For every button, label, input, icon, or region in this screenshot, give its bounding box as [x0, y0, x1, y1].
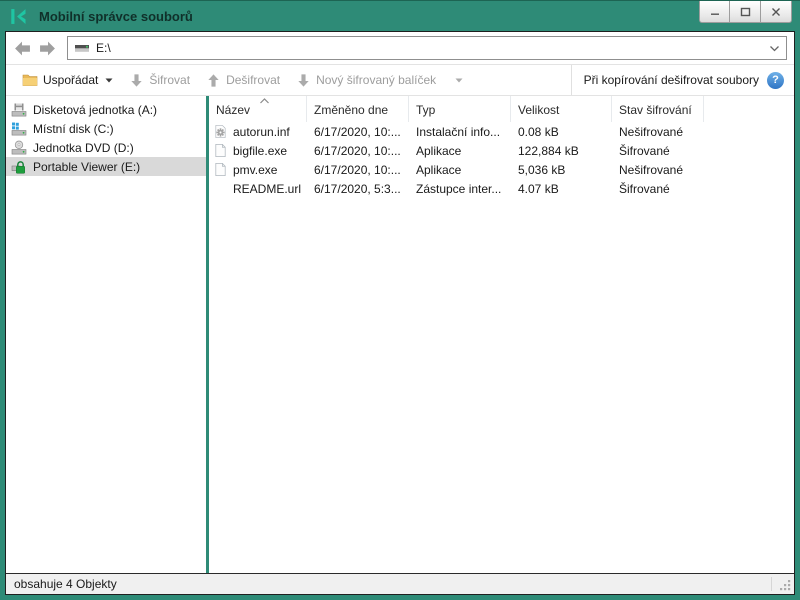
- decrypt-button[interactable]: Dešifrovat: [198, 65, 288, 95]
- locked-drive-icon: [11, 159, 27, 175]
- address-bar[interactable]: E:\: [67, 36, 787, 60]
- file-name: bigfile.exe: [233, 143, 288, 158]
- sidebar-item-drive-d[interactable]: Jednotka DVD (D:): [6, 138, 206, 157]
- resize-grip[interactable]: [779, 579, 792, 592]
- file-size: 0.08 kB: [518, 124, 559, 139]
- list-header: Název Změněno dne Typ Velikost Stav šifr…: [209, 96, 794, 122]
- floppy-drive-icon: [11, 102, 27, 118]
- dropdown-caret-icon: [105, 78, 113, 82]
- file-name: autorun.inf: [233, 124, 290, 139]
- local-disk-icon: [11, 121, 27, 137]
- decrypt-on-copy-option[interactable]: Při kopírování dešifrovat soubory ?: [570, 65, 794, 95]
- file-list: Název Změněno dne Typ Velikost Stav šifr…: [209, 96, 794, 573]
- column-header-empty: [704, 96, 794, 122]
- statusbar-divider: [771, 577, 772, 591]
- new-encrypted-package-button[interactable]: Nový šifrovaný balíček: [288, 65, 471, 95]
- toolbar: Uspořádat Šifrovat Dešifrovat Nový šifro…: [6, 64, 794, 96]
- column-header-type[interactable]: Typ: [409, 96, 511, 122]
- drives-sidebar: Disketová jednotka (A:) Místní disk (C:)…: [6, 96, 206, 573]
- table-row[interactable]: README.url 6/17/2020, 5:3... Zástupce in…: [209, 179, 794, 198]
- list-body: autorun.inf 6/17/2020, 10:... Instalační…: [209, 122, 794, 198]
- dropdown-caret-icon[interactable]: [455, 78, 463, 83]
- column-header-modified[interactable]: Změněno dne: [307, 96, 409, 122]
- file-type: Instalační info...: [416, 124, 501, 139]
- window-title: Mobilní správce souborů: [39, 8, 193, 24]
- organize-button[interactable]: Uspořádat: [14, 65, 121, 95]
- gear-file-icon: [213, 124, 228, 139]
- window-controls: [699, 1, 792, 23]
- status-bar: obsahuje 4 Objekty: [6, 573, 794, 594]
- file-modified: 6/17/2020, 10:...: [314, 124, 401, 139]
- decrypt-on-copy-label: Při kopírování dešifrovat soubory: [583, 73, 759, 87]
- arrow-up-icon: [208, 73, 219, 87]
- forward-icon[interactable]: [38, 40, 57, 57]
- column-header-encryption[interactable]: Stav šifrování: [612, 96, 704, 122]
- sidebar-item-label: Jednotka DVD (D:): [33, 140, 134, 155]
- sidebar-item-drive-e[interactable]: Portable Viewer (E:): [6, 157, 206, 176]
- file-type: Zástupce inter...: [416, 181, 502, 196]
- sidebar-item-label: Disketová jednotka (A:): [33, 102, 158, 117]
- file-type: Aplikace: [416, 162, 462, 177]
- table-row[interactable]: bigfile.exe 6/17/2020, 10:... Aplikace 1…: [209, 141, 794, 160]
- decrypt-label: Dešifrovat: [226, 73, 281, 87]
- folder-icon: [22, 74, 38, 86]
- nav-arrows: [13, 40, 57, 57]
- title-bar: Mobilní správce souborů: [0, 1, 800, 31]
- sidebar-item-label: Portable Viewer (E:): [33, 159, 141, 174]
- file-icon: [213, 143, 228, 158]
- close-button[interactable]: [761, 1, 792, 23]
- file-name: pmv.exe: [233, 162, 278, 177]
- file-encryption-status: Nešifrované: [619, 124, 684, 139]
- chevron-down-icon[interactable]: [769, 45, 780, 52]
- status-text: obsahuje 4 Objekty: [14, 577, 117, 591]
- file-encryption-status: Šifrované: [619, 143, 670, 158]
- maximize-button[interactable]: [730, 1, 761, 23]
- table-row[interactable]: pmv.exe 6/17/2020, 10:... Aplikace 5,036…: [209, 160, 794, 179]
- file-modified: 6/17/2020, 10:...: [314, 143, 401, 158]
- encrypt-label: Šifrovat: [149, 73, 191, 87]
- arrow-down-icon: [298, 73, 309, 87]
- file-size: 5,036 kB: [518, 162, 566, 177]
- file-size: 122,884 kB: [518, 143, 579, 158]
- content-frame: E:\ Uspořádat Šifrovat Dešifrovat Nový š…: [5, 31, 795, 595]
- file-modified: 6/17/2020, 10:...: [314, 162, 401, 177]
- column-header-name[interactable]: Název: [209, 96, 307, 122]
- file-size: 4.07 kB: [518, 181, 559, 196]
- dvd-drive-icon: [11, 140, 27, 156]
- sidebar-item-drive-a[interactable]: Disketová jednotka (A:): [6, 100, 206, 119]
- file-encryption-status: Šifrované: [619, 181, 670, 196]
- blank-icon-placeholder: [213, 181, 228, 196]
- sort-ascending-icon: [260, 98, 269, 104]
- help-icon[interactable]: ?: [767, 71, 784, 89]
- back-icon[interactable]: [13, 40, 32, 57]
- table-row[interactable]: autorun.inf 6/17/2020, 10:... Instalační…: [209, 122, 794, 141]
- arrow-down-icon: [131, 73, 143, 87]
- new-package-label: Nový šifrovaný balíček: [316, 73, 437, 87]
- file-icon: [213, 162, 228, 177]
- navigation-bar: E:\: [6, 32, 794, 64]
- organize-label: Uspořádat: [43, 73, 99, 87]
- sidebar-item-drive-c[interactable]: Místní disk (C:): [6, 119, 206, 138]
- file-modified: 6/17/2020, 5:3...: [314, 181, 401, 196]
- column-header-size[interactable]: Velikost: [511, 96, 612, 122]
- file-name: README.url: [233, 181, 302, 196]
- kaspersky-logo-icon: [11, 8, 26, 24]
- app-window: Mobilní správce souborů E:\ Uspořádat Ši…: [0, 0, 800, 600]
- address-text: E:\: [96, 41, 111, 55]
- drive-icon: [75, 44, 89, 52]
- encrypt-button[interactable]: Šifrovat: [121, 65, 198, 95]
- main-area: Disketová jednotka (A:) Místní disk (C:)…: [6, 96, 794, 573]
- sidebar-item-label: Místní disk (C:): [33, 121, 114, 136]
- file-type: Aplikace: [416, 143, 462, 158]
- file-encryption-status: Nešifrované: [619, 162, 684, 177]
- minimize-button[interactable]: [699, 1, 730, 23]
